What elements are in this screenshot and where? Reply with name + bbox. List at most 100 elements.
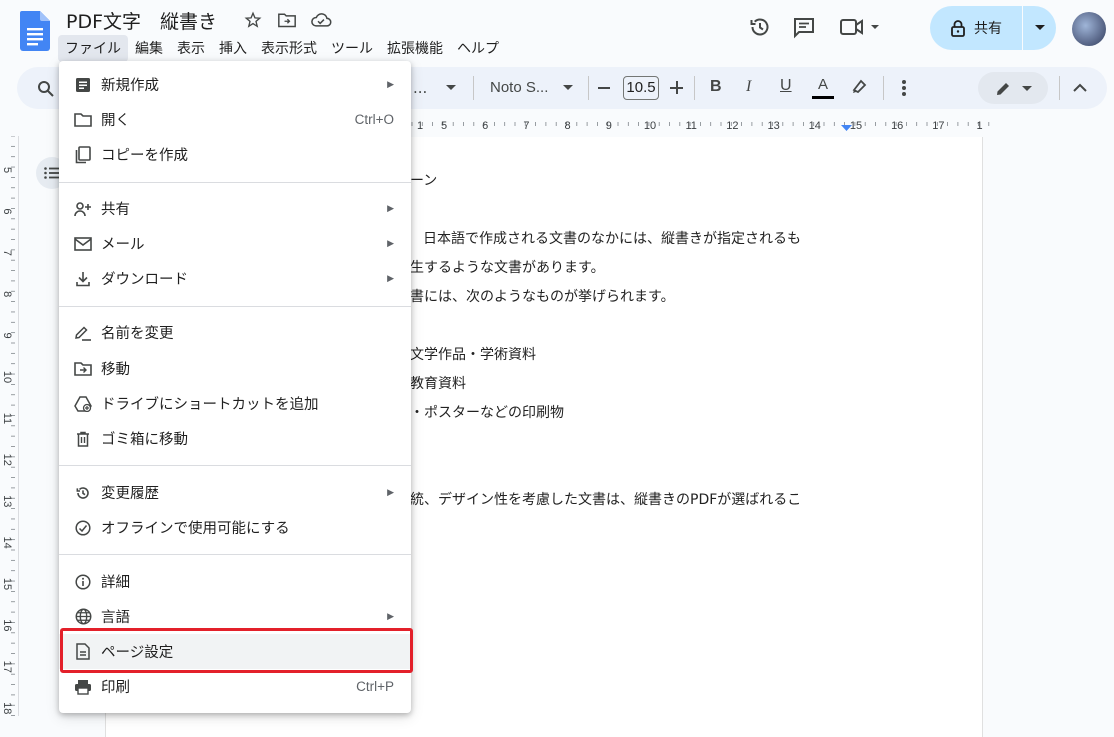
menu-help[interactable]: ヘルプ [450, 35, 506, 62]
menu-item-rename[interactable]: 名前を変更 [59, 315, 411, 350]
collapse-toolbar-icon[interactable] [1072, 82, 1088, 94]
vertical-ruler-number: 17 [1, 661, 13, 673]
menu-item-offline[interactable]: オフラインで使用可能にする [59, 510, 411, 545]
drive-shortcut-icon [73, 394, 93, 414]
vertical-ruler-number: 15 [1, 578, 13, 590]
ruler-number: 6 [482, 120, 488, 132]
caret-down-icon[interactable] [446, 85, 456, 91]
print-icon [73, 677, 93, 697]
share-label: 共有 [974, 21, 1002, 37]
submenu-arrow-icon: ▶ [387, 487, 394, 498]
doc-line: 統、デザイン性を考慮した文書は、縦書きのPDFが選ばれるこ [410, 492, 802, 508]
pencil-icon [997, 83, 1009, 95]
ruler-number: 17 [932, 120, 944, 132]
rename-icon [73, 323, 93, 343]
vertical-ruler-ticks: 5 6 7 8 9 10 11 12 13 14 15 16 17 18 [1, 136, 15, 716]
submenu-arrow-icon: ▶ [387, 203, 394, 214]
caret-down-icon [1034, 25, 1045, 30]
doc-line: ・ポスターなどの印刷物 [410, 405, 564, 421]
menu-bar: ファイル 編集 表示 挿入 表示形式 ツール 拡張機能 ヘルプ [58, 35, 506, 62]
menu-item-open[interactable]: 開く Ctrl+O [59, 102, 411, 137]
title-icons [241, 10, 333, 30]
avatar[interactable] [1072, 12, 1106, 46]
menu-item-share[interactable]: 共有 ▶ [59, 191, 411, 226]
comments-button[interactable] [788, 11, 820, 43]
ruler-number: 14 [809, 120, 821, 132]
meet-button[interactable] [832, 11, 888, 43]
menu-item-print[interactable]: 印刷 Ctrl+P [59, 669, 411, 704]
highlight-color-icon[interactable] [850, 78, 868, 96]
menu-item-version-history[interactable]: 変更履歴 ▶ [59, 475, 411, 510]
editing-mode-button[interactable] [978, 72, 1048, 104]
underline-icon[interactable]: U [780, 77, 792, 95]
comment-icon [794, 18, 814, 39]
video-call-icon [840, 19, 879, 35]
ruler-number: 10 [644, 120, 656, 132]
file-menu: 新規作成 ▶ 開く Ctrl+O コピーを作成 共有 ▶ メール ▶ ダウンロー… [59, 61, 411, 713]
submenu-arrow-icon: ▶ [387, 611, 394, 622]
ruler-number: 9 [606, 120, 612, 132]
decrease-font-size-icon[interactable] [598, 87, 610, 89]
menu-extensions[interactable]: 拡張機能 [380, 35, 450, 62]
more-options-icon[interactable] [902, 80, 906, 96]
star-icon[interactable] [241, 10, 265, 30]
cloud-saved-icon[interactable] [309, 10, 333, 30]
menu-format[interactable]: 表示形式 [254, 35, 324, 62]
menu-item-download[interactable]: ダウンロード ▶ [59, 261, 411, 296]
menu-item-email[interactable]: メール ▶ [59, 226, 411, 261]
caret-down-icon[interactable] [563, 85, 573, 91]
share-button[interactable]: 共有 [930, 6, 1056, 50]
header-actions [744, 11, 900, 43]
doc-line: 文学作品・学術資料 [410, 347, 536, 363]
font-size-input[interactable]: 10.5 [623, 76, 659, 100]
menu-view[interactable]: 表示 [170, 35, 212, 62]
history-button[interactable] [744, 11, 776, 43]
doc-line: 生するような文書があります。 [410, 260, 605, 276]
menu-item-move[interactable]: 移動 [59, 351, 411, 386]
doc-line: 日本語で作成される文書のなかには、縦書きが指定されるも [423, 231, 801, 247]
bold-icon[interactable]: B [710, 78, 722, 96]
ruler-number: 7 [523, 120, 529, 132]
menu-item-new[interactable]: 新規作成 ▶ [59, 67, 411, 102]
share-dropdown[interactable] [1023, 25, 1056, 31]
style-select[interactable]: ... [413, 79, 427, 97]
docs-logo-icon[interactable] [20, 11, 50, 51]
person-add-icon [73, 199, 93, 219]
menu-item-make-copy[interactable]: コピーを作成 [59, 137, 411, 172]
menu-tools[interactable]: ツール [324, 35, 380, 62]
vertical-ruler-number: 12 [1, 454, 13, 466]
italic-icon[interactable]: I [746, 78, 751, 96]
menu-item-add-shortcut[interactable]: ドライブにショートカットを追加 [59, 386, 411, 421]
page-setup-highlight-box [60, 628, 413, 673]
vertical-ruler-number: 7 [1, 250, 13, 256]
search-menus-icon[interactable] [37, 80, 55, 98]
doc-line: 教育資料 [410, 376, 466, 392]
doc-line: ーン [410, 173, 438, 189]
menu-item-trash[interactable]: ゴミ箱に移動 [59, 421, 411, 456]
menu-edit[interactable]: 編集 [128, 35, 170, 62]
copy-icon [73, 145, 93, 165]
globe-icon [73, 607, 93, 627]
ruler-number: 8 [565, 120, 571, 132]
outline-icon [44, 167, 59, 179]
menu-file[interactable]: ファイル [58, 35, 128, 62]
document-title[interactable]: PDF文字 縦書き [66, 7, 217, 34]
ruler-number: 13 [767, 120, 779, 132]
new-doc-icon [73, 75, 93, 95]
ruler-number: 5 [441, 120, 447, 132]
vertical-ruler-number: 8 [1, 291, 13, 297]
indent-marker-icon[interactable] [841, 125, 852, 132]
folder-icon [73, 110, 93, 130]
download-icon [73, 269, 93, 289]
menu-insert[interactable]: 挿入 [212, 35, 254, 62]
menu-item-details[interactable]: 詳細 [59, 564, 411, 599]
font-select[interactable]: Noto S... [490, 79, 548, 96]
move-folder-icon[interactable] [275, 10, 299, 30]
trash-icon [73, 429, 93, 449]
lock-icon [951, 20, 965, 37]
mail-icon [73, 234, 93, 254]
text-color-icon[interactable]: A [812, 76, 834, 100]
increase-font-size-icon[interactable] [670, 81, 683, 94]
vertical-ruler-number: 16 [1, 619, 13, 631]
caret-down-icon [1022, 86, 1032, 91]
